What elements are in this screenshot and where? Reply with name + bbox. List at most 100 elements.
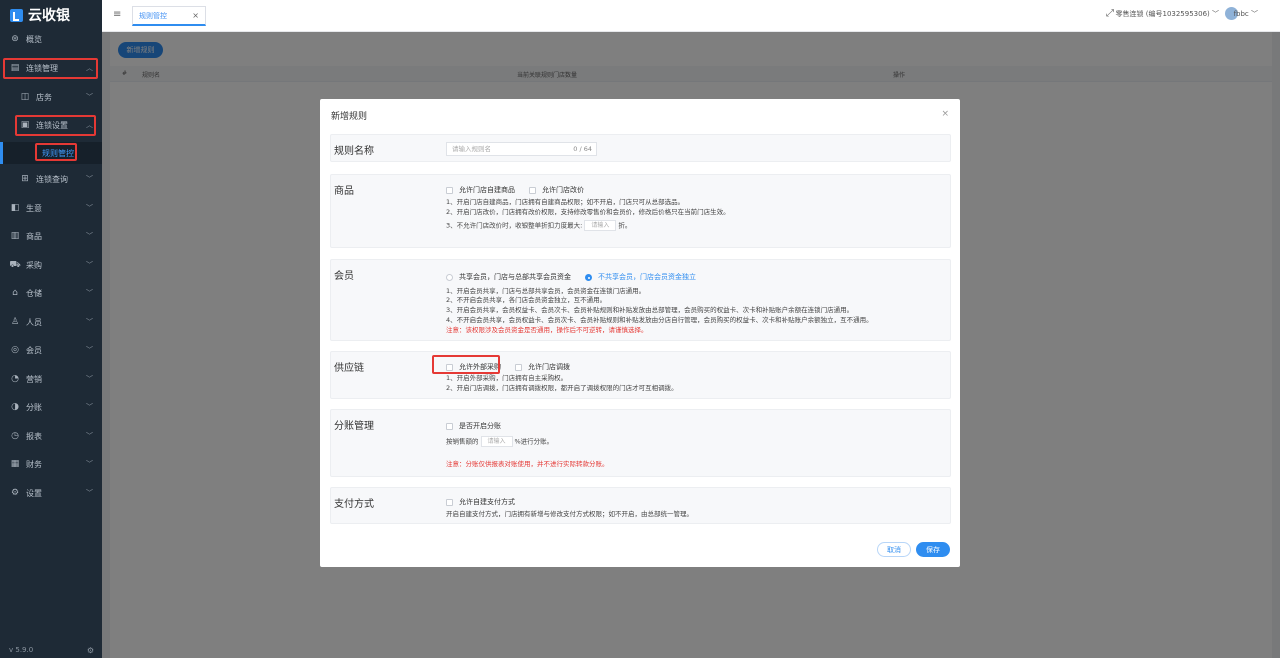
allow-store-price-change-checkbox[interactable]: 允许门店改价 <box>529 185 584 195</box>
sidebar-item-chain-query[interactable]: ⊞ 连锁查询 ﹀ <box>0 168 102 190</box>
note-text: 按销售额的 请输入 %进行分账。 <box>446 436 554 447</box>
chain-settings-icon: ▣ <box>20 120 30 130</box>
chevron-down-icon: ﹀ <box>86 175 93 183</box>
sidebar-item-marketing[interactable]: ◔ 营销 ﹀ <box>0 368 102 390</box>
tab-rule-control[interactable]: 规则管控 × <box>132 6 206 26</box>
chain-icon: ▤ <box>10 63 20 73</box>
chevron-down-icon: ﹀ <box>86 460 93 468</box>
split-icon: ◑ <box>11 402 19 412</box>
user-icon: ♙ <box>10 317 20 327</box>
dialog-title: 新增规则 <box>331 112 368 122</box>
user-menu[interactable]: fbbc ﹀ <box>1234 9 1258 19</box>
gear-icon: ⚙ <box>10 488 20 498</box>
chevron-up-icon: ︿ <box>86 121 93 129</box>
dashboard-icon: ⊛ <box>11 34 19 44</box>
sidebar-item-business[interactable]: ◧ 生意 ﹀ <box>0 197 102 219</box>
fullscreen-icon[interactable]: ⤢ <box>1106 8 1114 19</box>
logo-text: 云收银 <box>28 8 70 24</box>
warning-text: 注意：分账仅供报表对账使用，并不进行实际转款分账。 <box>446 460 609 468</box>
sidebar-item-goods[interactable]: ▥ 商品 ﹀ <box>0 225 102 247</box>
version-label: v 5.9.0 <box>9 646 34 654</box>
note-text: 1、开启外部采购，门店拥有自主采购权。 <box>446 374 568 382</box>
section-rule-name: 规则名称 请输入规则名 0 / 64 <box>330 134 951 162</box>
sidebar-item-member[interactable]: ◎ 会员 ﹀ <box>0 339 102 361</box>
chevron-up-icon: ︿ <box>86 64 93 72</box>
chevron-down-icon: ﹀ <box>86 93 93 101</box>
sidebar-item-staff[interactable]: ♙ 人员 ﹀ <box>0 311 102 333</box>
sidebar-item-chain-management[interactable]: ▤ 连锁管理 ︿ <box>0 57 102 79</box>
cancel-button[interactable]: 取消 <box>877 542 911 557</box>
no-share-member-radio[interactable]: 不共享会员，门店会员资金独立 <box>585 272 696 282</box>
warning-text: 注意：该权限涉及会员资金是否通用，操作后不可逆转，请谨慎选择。 <box>446 326 648 334</box>
allow-self-build-goods-checkbox[interactable]: 允许门店自建商品 <box>446 185 515 195</box>
section-label: 规则名称 <box>334 146 374 157</box>
close-icon[interactable]: × <box>192 11 199 20</box>
note-text: 2、开启门店改价，门店拥有改价权限，支持修改零售价和会员价，修改后价格只在当前门… <box>446 208 730 216</box>
sidebar-item-split[interactable]: ◑ 分账 ﹀ <box>0 396 102 418</box>
purchase-icon: ⛟ <box>9 259 21 270</box>
enable-split-checkbox[interactable]: 是否开启分账 <box>446 421 501 431</box>
chevron-down-icon: ﹀ <box>86 489 93 497</box>
section-split: 分账管理 是否开启分账 按销售额的 请输入 %进行分账。 注意：分账仅供报表对账使用… <box>330 409 951 477</box>
allow-external-purchase-checkbox[interactable]: 允许外部采购 <box>446 362 501 372</box>
section-label: 商品 <box>334 186 354 197</box>
note-text: 1、开启门店自建商品，门店拥有自建商品权限；如不开启，门店只可从总部选品。 <box>446 198 685 206</box>
marketing-icon: ◔ <box>11 374 19 384</box>
split-percent-input[interactable]: 请输入 <box>480 436 513 447</box>
chevron-down-icon: ﹀ <box>86 289 93 297</box>
allow-custom-payment-checkbox[interactable]: 允许自建支付方式 <box>446 497 515 507</box>
note-text: 2、开启门店调拨，门店拥有调拨权限，都开启了调拨权限的门店才可互相调拨。 <box>446 384 678 392</box>
note-text: 开启自建支付方式，门店拥有新增与修改支付方式权限；如不开启，由总部统一管理。 <box>446 510 693 518</box>
note-text: 4、不开启会员共享，会员权益卡、会员次卡、会员补贴规则和补贴发放由分店自行管理，… <box>446 316 873 324</box>
logo-icon <box>10 8 23 22</box>
sidebar-item-purchase[interactable]: ⛟ 采购 ﹀ <box>0 254 102 276</box>
section-label: 支付方式 <box>334 499 374 510</box>
sidebar-item-chain-settings[interactable]: ▣ 连锁设置 ︿ <box>0 114 102 136</box>
note-text: 3、不允许门店改价时，收银整单折扣力度最大: 请输入 折。 <box>446 220 632 231</box>
chevron-down-icon: ﹀ <box>86 375 93 383</box>
sidebar-item-rule-control[interactable]: 规则管控 <box>0 142 102 164</box>
finance-icon: ▦ <box>10 459 20 469</box>
char-counter: 0 / 64 <box>573 145 592 153</box>
sidebar-item-report[interactable]: ◷ 报表 ﹀ <box>0 425 102 447</box>
report-icon: ◷ <box>11 431 19 441</box>
section-payment: 支付方式 允许自建支付方式 开启自建支付方式，门店拥有新增与修改支付方式权限；如… <box>330 487 951 524</box>
topbar: ≡ 规则管控 × ⤢ 零售连锁 (编号1032595306) ﹀ fbbc ﹀ <box>102 0 1280 32</box>
sidebar-item-warehouse[interactable]: ⌂ 仓储 ﹀ <box>0 282 102 304</box>
sidebar-item-overview[interactable]: ⊛ 概览 <box>0 28 102 50</box>
member-icon: ◎ <box>11 345 19 355</box>
section-label: 会员 <box>334 271 354 282</box>
section-member: 会员 共享会员，门店与总部共享会员资金 不共享会员，门店会员资金独立 1、开启会… <box>330 259 951 341</box>
sidebar: 云收银 ⊛ 概览 ▤ 连锁管理 ︿ ◫ 店务 ﹀ ▣ 连锁设置 ︿ 规则管控 ⊞ 连锁查询 ﹀ ◧… <box>0 0 102 658</box>
chevron-down-icon: ﹀ <box>86 432 93 440</box>
share-member-radio[interactable]: 共享会员，门店与总部共享会员资金 <box>446 272 571 282</box>
chevron-down-icon: ﹀ <box>86 204 93 212</box>
business-icon: ◧ <box>10 203 20 213</box>
sidebar-item-settings[interactable]: ⚙ 设置 ﹀ <box>0 482 102 504</box>
warehouse-icon: ⌂ <box>12 288 18 298</box>
sidebar-item-store-affairs[interactable]: ◫ 店务 ﹀ <box>0 86 102 108</box>
chevron-down-icon: ﹀ <box>86 318 93 326</box>
logo: 云收银 <box>10 6 70 24</box>
add-rule-dialog: 新增规则 × 规则名称 请输入规则名 0 / 64 商品 允许门店自建商品 允许… <box>320 99 960 567</box>
close-icon[interactable]: × <box>941 109 949 119</box>
max-discount-input[interactable]: 请输入 <box>584 220 617 231</box>
settings-gear-icon[interactable]: ⚙ <box>87 646 94 655</box>
chevron-down-icon: ﹀ <box>86 403 93 411</box>
allow-store-transfer-checkbox[interactable]: 允许门店调拨 <box>515 362 570 372</box>
section-label: 供应链 <box>334 363 364 374</box>
chevron-down-icon: ﹀ <box>86 346 93 354</box>
store-selector[interactable]: 零售连锁 (编号1032595306) ﹀ <box>1116 9 1219 19</box>
goods-icon: ▥ <box>10 231 20 241</box>
note-text: 2、不开启会员共享，各门店会员资金独立，互不通用。 <box>446 296 607 304</box>
rule-name-input[interactable]: 请输入规则名 0 / 64 <box>446 142 597 156</box>
section-label: 分账管理 <box>334 421 374 432</box>
store-icon: ◫ <box>20 92 30 102</box>
sidebar-item-finance[interactable]: ▦ 财务 ﹀ <box>0 453 102 475</box>
section-supply-chain: 供应链 允许外部采购 允许门店调拨 1、开启外部采购，门店拥有自主采购权。 2、… <box>330 351 951 399</box>
search-icon: ⊞ <box>21 174 29 184</box>
save-button[interactable]: 保存 <box>916 542 950 557</box>
note-text: 3、开启会员共享，会员权益卡、会员次卡、会员补贴规则和补贴发放由总部管理，会员购… <box>446 306 854 314</box>
menu-toggle-icon[interactable]: ≡ <box>113 9 121 20</box>
chevron-down-icon: ﹀ <box>86 232 93 240</box>
